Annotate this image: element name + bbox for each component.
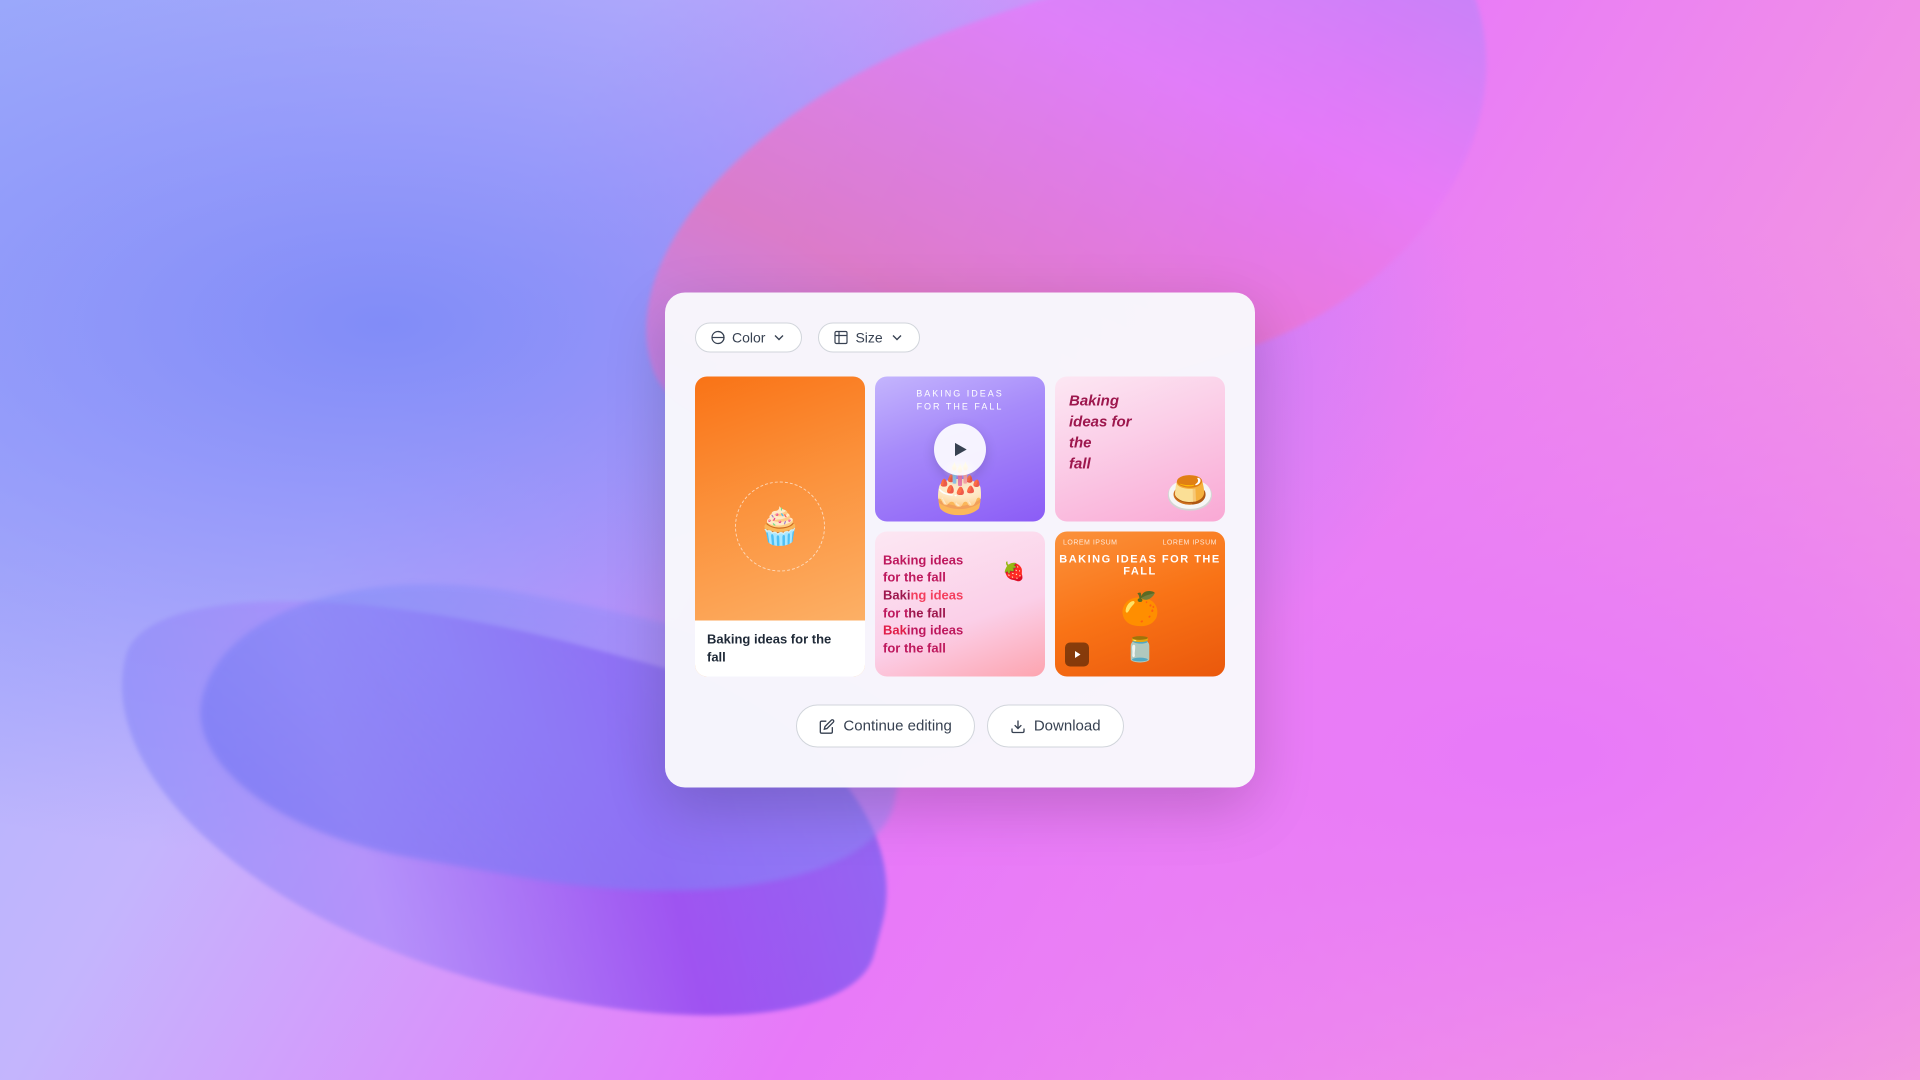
template-card-1[interactable]: 🧁 Baking ideas for the fall bbox=[695, 377, 865, 677]
bottom-actions: Continue editing Download bbox=[695, 705, 1225, 748]
download-button[interactable]: Download bbox=[987, 705, 1124, 748]
card2-title-text: BAKING IDEAS bbox=[875, 389, 1045, 400]
play-button-overlay[interactable] bbox=[934, 423, 986, 475]
chevron-down-icon bbox=[771, 330, 787, 346]
food-icon-2: 🫙 bbox=[1125, 636, 1155, 665]
card5-labels: LOREM IPSUM LOREM IPSUM bbox=[1063, 540, 1217, 547]
download-label: Download bbox=[1034, 718, 1101, 735]
toolbar: Color Size bbox=[695, 323, 1225, 353]
play-icon bbox=[950, 439, 970, 459]
color-icon bbox=[710, 330, 726, 346]
size-label: Size bbox=[855, 330, 882, 346]
size-button[interactable]: Size bbox=[818, 323, 919, 353]
continue-editing-button[interactable]: Continue editing bbox=[796, 705, 974, 748]
video-badge-5 bbox=[1065, 643, 1089, 667]
color-label: Color bbox=[732, 330, 765, 346]
template-card-2[interactable]: BAKING IDEAS FOR THE FALL 🎂 bbox=[875, 377, 1045, 522]
dessert-icon: 🍮 bbox=[1165, 470, 1215, 517]
food-plate-icon: 🍊 bbox=[1120, 590, 1160, 628]
card2-title: BAKING IDEAS FOR THE FALL bbox=[875, 387, 1045, 413]
card1-label: Baking ideas for the fall bbox=[707, 631, 831, 664]
cupcake-icon: 🧁 bbox=[758, 506, 803, 548]
pencil-icon bbox=[819, 718, 835, 734]
modal-card: Color Size 🧁 bbox=[665, 293, 1255, 788]
template-card-4[interactable]: Baking ideasfor the fallBaking ideasfor … bbox=[875, 532, 1045, 677]
strawberry-icon: 🍓 bbox=[1003, 562, 1025, 583]
card1-bottom-text: Baking ideas for the fall bbox=[695, 620, 865, 676]
color-button[interactable]: Color bbox=[695, 323, 802, 353]
size-icon bbox=[833, 330, 849, 346]
card5-label-right: LOREM IPSUM bbox=[1162, 540, 1217, 547]
card4-repeated-text: Baking ideasfor the fallBaking ideasfor … bbox=[875, 532, 1045, 677]
card2-subtitle-text: FOR THE FALL bbox=[875, 401, 1045, 412]
card1-circular-content: 🧁 bbox=[720, 467, 840, 587]
card3-text: Bakingideas forthefall bbox=[1069, 391, 1132, 475]
template-grid: 🧁 Baking ideas for the fall BAKING IDEAS… bbox=[695, 377, 1225, 677]
card5-title: BAKING IDEAS FOR THE FALL bbox=[1055, 554, 1225, 578]
template-card-3[interactable]: Bakingideas forthefall 🍮 bbox=[1055, 377, 1225, 522]
chevron-down-icon-2 bbox=[889, 330, 905, 346]
template-card-5[interactable]: LOREM IPSUM LOREM IPSUM BAKING IDEAS FOR… bbox=[1055, 532, 1225, 677]
card5-label-left: LOREM IPSUM bbox=[1063, 540, 1118, 547]
continue-editing-label: Continue editing bbox=[843, 718, 951, 735]
download-icon bbox=[1010, 718, 1026, 734]
